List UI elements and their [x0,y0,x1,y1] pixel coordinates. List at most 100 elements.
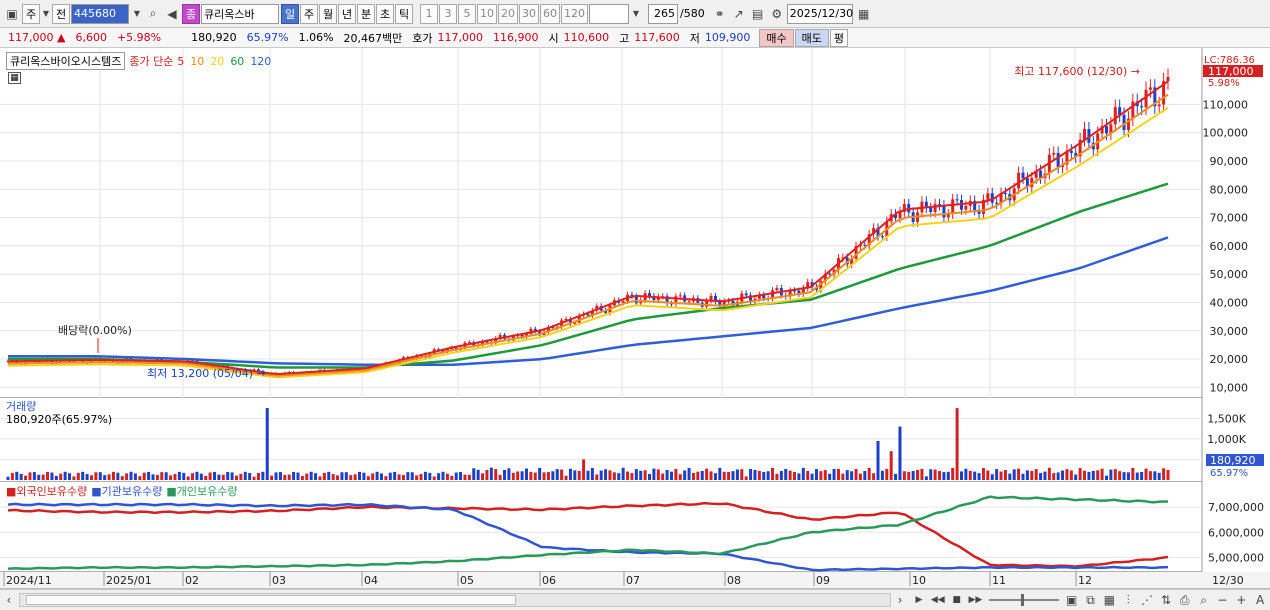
market-select[interactable]: 주 [22,3,40,24]
minute-step-120[interactable]: 120 [561,3,588,24]
font-size-icon[interactable]: A [1251,590,1269,610]
buy-button[interactable]: 매수 [759,28,794,47]
volume-bar [340,472,344,480]
scrollbar-thumb[interactable] [25,595,516,605]
prev-button[interactable]: 전 [52,3,70,24]
count-input[interactable]: 265 [648,3,678,24]
stock-name[interactable]: 큐리옥스바 [201,3,279,24]
price-panel[interactable]: 110,000 100,000 90,000 80,000 70,000 60,000 50… [0,48,1270,398]
volume-bar [437,473,441,480]
minute-step-60[interactable]: 60 [540,3,560,24]
candle-body [1104,126,1108,134]
link-icon[interactable]: ⚭ [711,4,729,24]
candle-body [1052,153,1056,155]
minute-step-1[interactable]: 1 [420,3,438,24]
sort-icon[interactable]: ⇅ [1157,590,1175,610]
candle-body [1131,101,1135,119]
volume-bar [643,470,647,480]
volume-bar [120,476,124,480]
tab-period-1[interactable]: 주 [300,3,318,24]
volume-bar [204,475,208,480]
volume-bar [76,472,80,480]
minute-step-30[interactable]: 30 [519,3,539,24]
play-icon[interactable]: ▶ [910,590,928,610]
volume-tick-label: 1,000K [1207,433,1246,446]
volume-bar [336,475,340,480]
price-chart[interactable]: 110,000 100,000 90,000 80,000 70,000 60,000 50… [0,48,1270,398]
minus-icon[interactable]: − [1214,590,1232,610]
tab-period-0[interactable]: 일 [281,3,299,24]
x-axis-label: 07 [626,574,640,587]
chart-type-icon[interactable]: ⫶ [1119,590,1137,610]
stop-icon[interactable]: ■ [948,590,966,610]
scroll-left-icon[interactable]: ‹ [0,590,18,610]
bottom-bar: ‹ › ▶ ◀◀ ■ ▶▶ ▣ ⧉ ▦ ⫶ ⋰ ⇅ ⎙ ⌕ − + A [0,589,1270,610]
volume-bar [520,471,524,480]
volume-bar [929,469,933,480]
draw-icon[interactable]: ↗ [730,4,748,24]
x-axis: 2024/11 2025/01 02 03 04 05 06 07 08 09 10 11 12 12/3… [0,572,1270,589]
zoom-icon[interactable]: ⌕ [1195,590,1213,610]
stock-title: 큐리옥스바이오시스템즈 [6,52,126,70]
x-axis-label: 11 [992,574,1006,587]
minute-step-5[interactable]: 5 [458,3,476,24]
volume-bar [1122,472,1126,480]
minute-step-10[interactable]: 10 [477,3,497,24]
custom-period-input[interactable] [589,3,629,24]
volume-bar [797,473,801,480]
tab-period-6[interactable]: 틱 [395,3,413,24]
horizontal-scrollbar[interactable] [18,593,892,607]
indicator-icon[interactable]: ⋰ [1138,590,1156,610]
minute-step-20[interactable]: 20 [498,3,518,24]
volume-bar [322,472,326,480]
candle-body [995,202,999,204]
volume-bar [1003,469,1007,480]
print-icon[interactable]: ⎙ [1176,590,1194,610]
tab-period-4[interactable]: 분 [357,3,375,24]
volume-bar [942,472,946,480]
chevron-down-icon[interactable]: ▼ [131,4,143,24]
volume-bar [177,471,181,480]
volume-bar [182,472,186,480]
tab-period-3[interactable]: 년 [338,3,356,24]
table-icon[interactable]: ▦ [8,72,21,84]
price-legend: 큐리옥스바이오시스템즈 종가 단순 5 10 20 60 120 [6,52,271,70]
volume-panel[interactable]: 1,500K1,000K500K180,92065.97% 거래량 180,92… [0,398,1270,482]
candle-body [955,199,959,201]
volume-bar [1104,475,1108,480]
volume-bar [757,470,761,480]
window-icon[interactable]: ▣ [3,4,21,24]
save-icon[interactable]: ▤ [749,4,767,24]
sell-button[interactable]: 매도 [794,28,829,47]
scroll-right-icon[interactable]: › [891,590,909,610]
gear-icon[interactable]: ⚙ [768,4,786,24]
layout-icon[interactable]: ▣ [1063,590,1081,610]
volume-bar [933,469,937,480]
volume-bar [274,472,278,480]
tab-period-2[interactable]: 월 [319,3,337,24]
calendar-icon[interactable]: ▦ [855,4,873,24]
volume-bar [296,472,300,480]
volume-bar [959,471,963,480]
grid-icon[interactable]: ▦ [1100,590,1118,610]
volume-bar [806,470,810,480]
volume-bar [898,426,902,480]
search-icon[interactable]: ⌕ [144,4,162,24]
volume-chart[interactable]: 1,500K1,000K500K180,92065.97% [0,398,1270,482]
code-input[interactable]: 445680 [71,3,129,24]
volume-bar [568,468,572,480]
eval-button[interactable]: 평 [829,28,848,47]
copy-icon[interactable]: ⧉ [1082,590,1100,610]
zoom-slider[interactable] [989,594,1059,606]
dropdown-icon[interactable]: ▼ [41,4,51,24]
holding-panel[interactable]: 7,000,000 6,000,000 5,000,000 ■외국인보유수량 ■기관보… [0,482,1270,572]
minute-steps: 1 3 5 10 20 30 60 120 [420,3,589,24]
plus-icon[interactable]: + [1232,590,1250,610]
rewind-icon[interactable]: ◀◀ [929,590,947,610]
tab-period-5[interactable]: 초 [376,3,394,24]
minute-step-3[interactable]: 3 [439,3,457,24]
date-input[interactable]: 2025/12/30 [786,3,853,24]
speaker-icon[interactable]: ◀ [163,4,181,24]
forward-icon[interactable]: ▶▶ [967,590,985,610]
chevron-down-icon[interactable]: ▼ [631,4,641,24]
